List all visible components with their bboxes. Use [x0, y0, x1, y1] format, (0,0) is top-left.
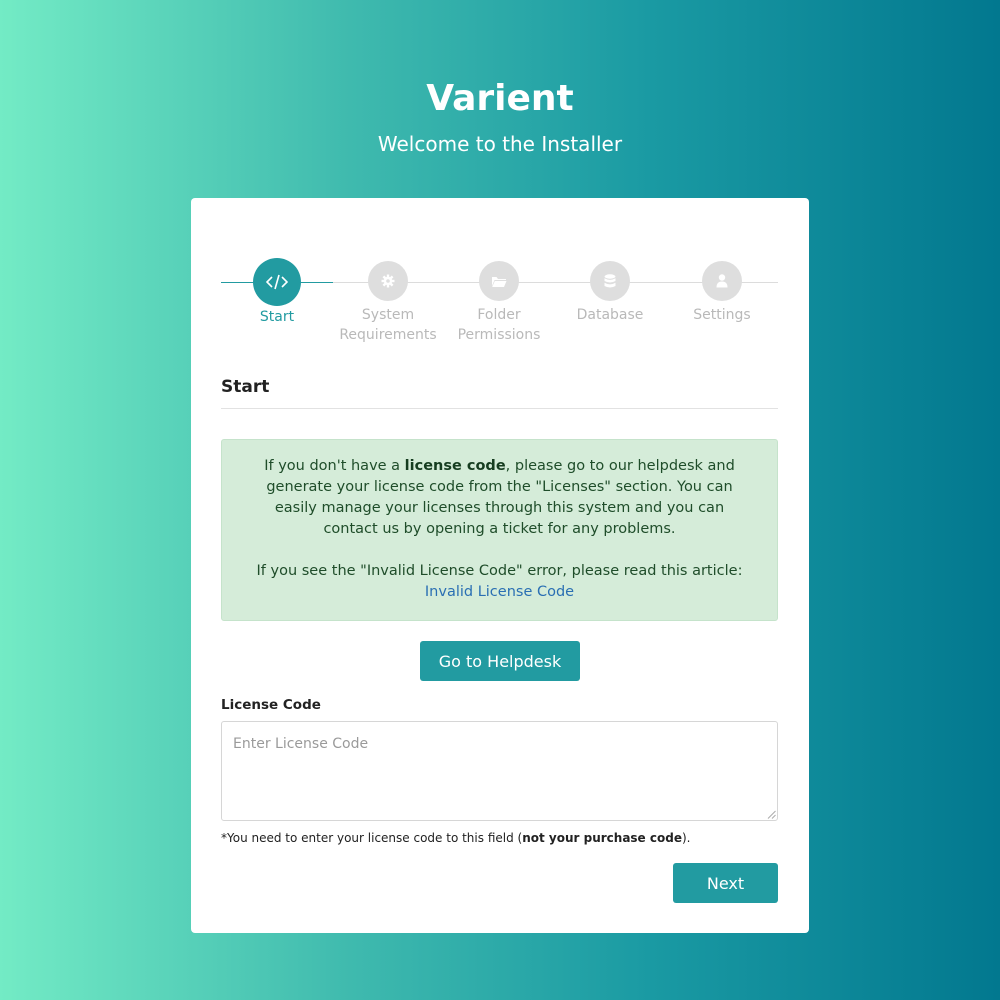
resize-grip-icon[interactable]: [767, 810, 776, 819]
note-text: *You need to enter your license code to …: [221, 831, 523, 845]
code-icon: [253, 258, 301, 306]
step-label: System Requirements: [332, 305, 444, 345]
app-title: Varient: [426, 78, 574, 119]
database-icon: [590, 261, 630, 301]
note-bold-text: not your purchase code: [522, 831, 682, 845]
app-subtitle: Welcome to the Installer: [377, 132, 623, 156]
gear-icon: [368, 261, 408, 301]
step-label-line: System: [361, 307, 415, 323]
note-text: ).: [681, 831, 691, 845]
license-info-alert: If you don't have a license code, please…: [221, 439, 778, 621]
step-settings: Settings: [666, 258, 778, 325]
section-title: Start: [221, 377, 270, 397]
step-label: Database: [576, 307, 644, 323]
alert-text: If you don't have a: [264, 458, 405, 474]
go-to-helpdesk-button[interactable]: Go to Helpdesk: [420, 641, 580, 681]
folder-open-icon: [479, 261, 519, 301]
user-icon: [702, 261, 742, 301]
step-database: Database: [554, 258, 666, 325]
step-label-line: Folder: [477, 307, 521, 323]
installer-stepper: Start System Requirements Folder Permiss…: [221, 258, 778, 343]
next-button[interactable]: Next: [673, 863, 778, 903]
license-code-note: *You need to enter your license code to …: [221, 831, 690, 845]
alert-bold-text: license code: [404, 458, 506, 474]
alert-paragraph: If you see the "Invalid License Code" er…: [252, 561, 747, 603]
step-system-requirements: System Requirements: [332, 258, 444, 345]
step-folder-permissions: Folder Permissions: [443, 258, 555, 345]
invalid-license-code-link[interactable]: Invalid License Code: [425, 584, 574, 600]
section-divider: [221, 408, 778, 409]
step-label: Folder Permissions: [443, 305, 555, 345]
alert-paragraph: If you don't have a license code, please…: [252, 456, 747, 540]
step-label-line: Requirements: [339, 327, 437, 343]
step-label-line: Permissions: [457, 327, 541, 343]
alert-text: If you see the "Invalid License Code" er…: [256, 563, 743, 579]
step-label: Start: [259, 309, 295, 325]
step-start: Start: [221, 258, 333, 327]
step-label: Settings: [693, 307, 751, 323]
license-code-label: License Code: [221, 697, 321, 713]
license-code-input[interactable]: [221, 721, 778, 821]
